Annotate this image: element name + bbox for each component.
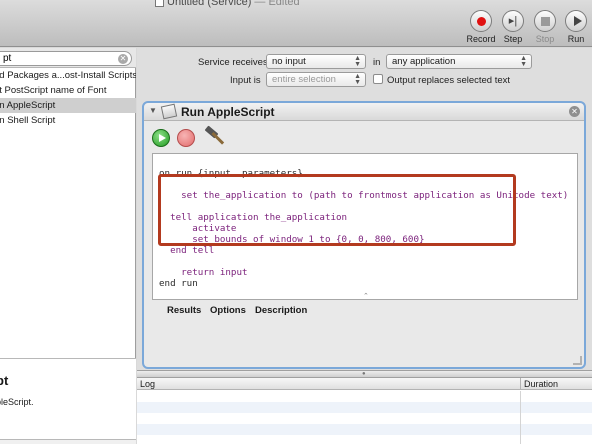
- tab-results[interactable]: Results: [167, 305, 201, 316]
- compile-button[interactable]: [202, 125, 225, 149]
- disclosure-triangle-icon[interactable]: ▼: [149, 106, 157, 115]
- service-receives-label: Service receives: [198, 57, 268, 68]
- stop-button[interactable]: Stop: [530, 10, 560, 44]
- stop-icon: [541, 17, 550, 26]
- code-line: tell application the_application: [159, 212, 348, 223]
- action-list-item[interactable]: un Shell Script: [0, 113, 136, 128]
- description-footer: [0, 439, 136, 444]
- popup-arrows-icon: ▲ ▼: [520, 55, 527, 68]
- code-line: on run {input, parameters}: [159, 168, 303, 179]
- toolbar: Untitled (Service) — Edited Record ▸| St…: [0, 0, 592, 47]
- output-replaces-checkbox[interactable]: [373, 74, 383, 84]
- action-list-item[interactable]: dd Packages a...ost-Install Scripts: [0, 68, 136, 83]
- run-button[interactable]: Run: [561, 10, 591, 44]
- step-button[interactable]: ▸| Step: [498, 10, 528, 44]
- log-pane: ● Log Duration: [137, 370, 592, 444]
- window-title-text: Untitled (Service): [167, 0, 252, 8]
- popup-arrows-icon: ▲ ▼: [354, 55, 361, 68]
- document-icon: [155, 0, 164, 8]
- code-line: set the_application to (path to frontmos…: [159, 190, 569, 201]
- window-title: Untitled (Service) — Edited: [155, 0, 300, 8]
- script-editor[interactable]: on run {input, parameters} set the_appli…: [152, 153, 578, 300]
- run-label: Run: [567, 34, 585, 44]
- description-text: pleScript.: [0, 397, 34, 407]
- input-is-row: Input is entire selection ▲ ▼ Output repl…: [137, 71, 592, 89]
- service-receives-row: Service receives no input ▲ ▼ in any appl…: [137, 53, 592, 71]
- service-receives-popup[interactable]: no input ▲ ▼: [266, 54, 366, 69]
- applescript-icon: [160, 103, 178, 120]
- description-pane: pt pleScript.: [0, 358, 136, 444]
- action-list: dd Packages a...ost-Install Scripts et P…: [0, 68, 136, 128]
- code-line: end tell: [159, 245, 215, 256]
- code-line: activate: [159, 223, 237, 234]
- stop-script-button[interactable]: [177, 129, 195, 147]
- action-header: ▼ Run AppleScript ✕: [144, 103, 584, 121]
- log-header: Log Duration: [137, 378, 592, 390]
- search-input[interactable]: [0, 51, 132, 66]
- close-icon[interactable]: ✕: [569, 106, 580, 117]
- tab-description[interactable]: Description: [255, 305, 307, 316]
- resize-grip-icon[interactable]: ⌃: [363, 292, 369, 300]
- application-popup[interactable]: any application ▲ ▼: [386, 54, 532, 69]
- input-is-popup[interactable]: entire selection ▲ ▼: [266, 72, 366, 87]
- edited-indicator: — Edited: [251, 0, 300, 8]
- run-script-button[interactable]: [152, 129, 170, 147]
- record-icon: [477, 17, 486, 26]
- log-column-header[interactable]: Log: [140, 378, 155, 390]
- action-list-item[interactable]: et PostScript name of Font: [0, 83, 136, 98]
- workflow-area: Service receives no input ▲ ▼ in any appl…: [137, 48, 592, 370]
- divider-grip-icon: ●: [362, 371, 366, 377]
- action-title: Run AppleScript: [181, 105, 275, 119]
- output-replaces-label: Output replaces selected text: [387, 75, 511, 86]
- run-icon: [574, 16, 582, 26]
- code-line: end run: [159, 278, 198, 289]
- run-applescript-action: ▼ Run AppleScript ✕ on run {input, param…: [142, 101, 586, 369]
- duration-column-header[interactable]: Duration: [520, 378, 558, 390]
- step-icon: ▸|: [508, 15, 518, 27]
- service-receives-value: no input: [272, 56, 306, 67]
- clear-search-icon[interactable]: ✕: [118, 54, 128, 64]
- log-row: [137, 424, 592, 435]
- action-tabs: Results Options Description: [152, 305, 578, 319]
- library-pane: ✕ dd Packages a...ost-Install Scripts et…: [0, 48, 136, 444]
- log-row: [137, 435, 592, 444]
- application-value: any application: [392, 56, 456, 67]
- record-button[interactable]: Record: [466, 10, 496, 44]
- log-rows: [137, 391, 592, 444]
- in-label: in: [373, 57, 381, 68]
- code-line: return input: [159, 267, 248, 278]
- code-line: set bounds of window 1 to {0, 0, 800, 60…: [159, 234, 425, 245]
- log-split-divider[interactable]: ●: [137, 370, 592, 378]
- popup-arrows-icon: ▲ ▼: [354, 73, 361, 86]
- log-row: [137, 402, 592, 413]
- resize-corner-icon[interactable]: [573, 356, 582, 365]
- input-is-label: Input is: [230, 75, 261, 86]
- log-row: [137, 391, 592, 402]
- script-code: on run {input, parameters} set the_appli…: [159, 157, 568, 289]
- tab-options[interactable]: Options: [210, 305, 246, 316]
- action-list-item-selected[interactable]: un AppleScript: [0, 98, 136, 113]
- input-is-value: entire selection: [272, 74, 336, 85]
- log-row: [137, 413, 592, 424]
- search-row: ✕: [0, 48, 136, 68]
- play-icon: [159, 134, 166, 142]
- description-title: pt: [0, 373, 9, 388]
- column-separator: [520, 391, 521, 444]
